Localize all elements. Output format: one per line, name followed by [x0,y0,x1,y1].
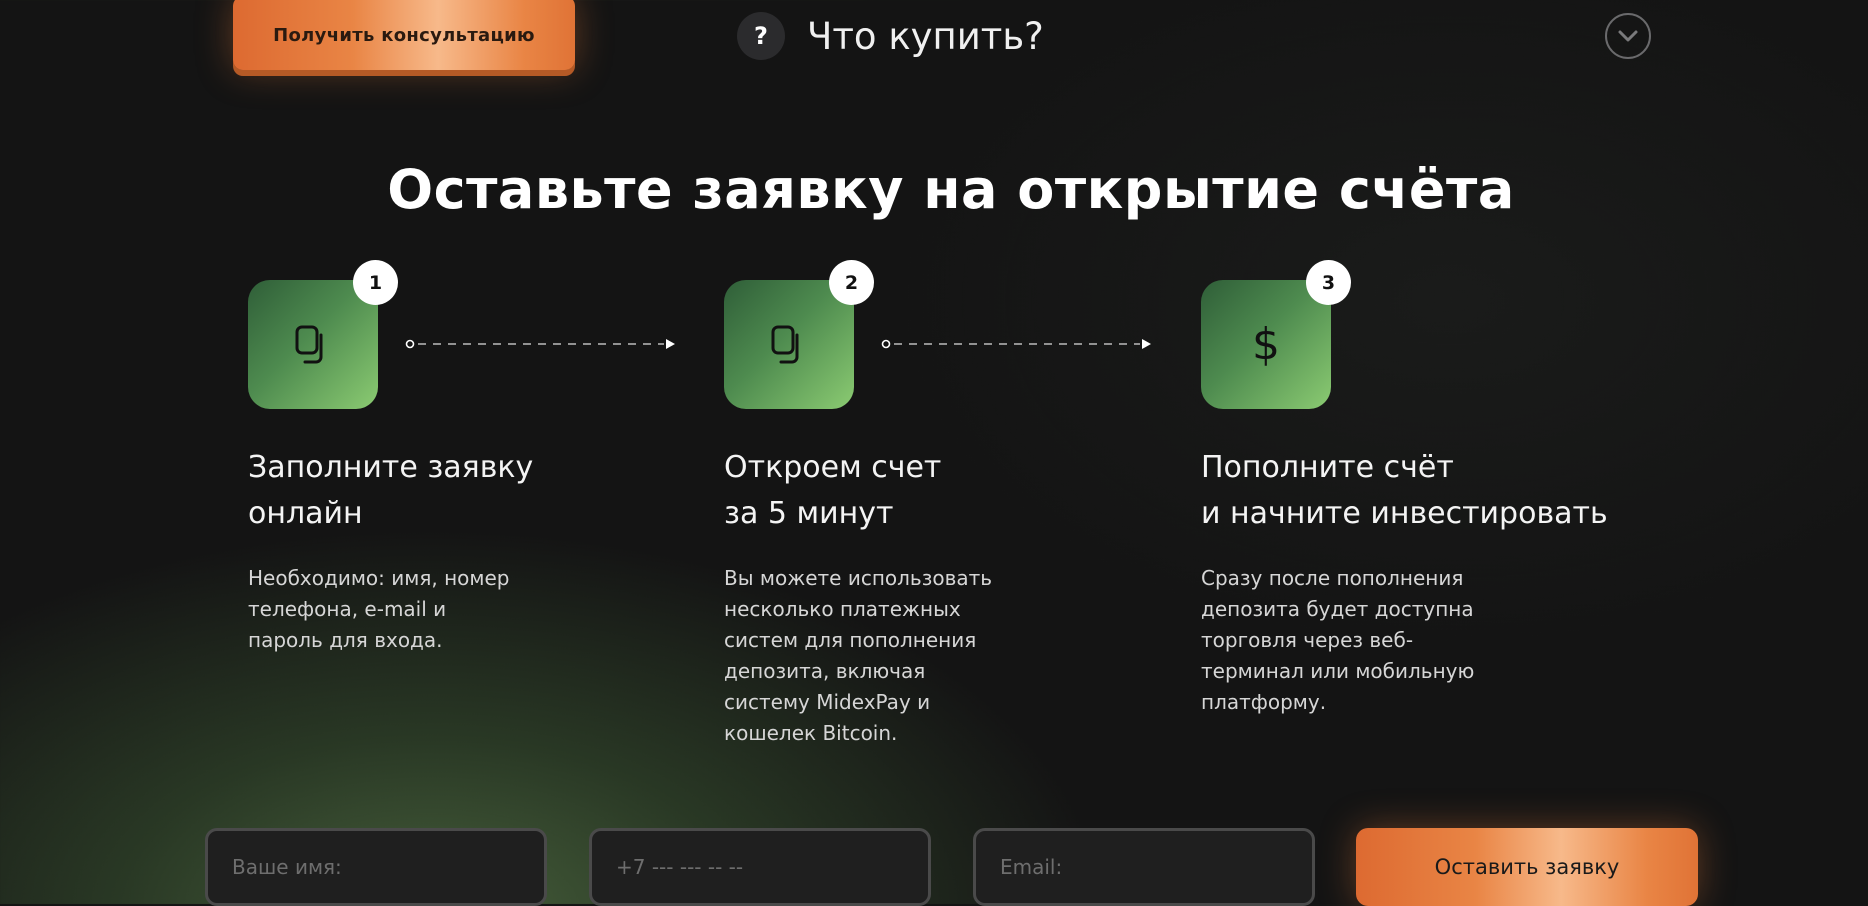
chevron-down-icon [1618,30,1638,42]
dollar-icon: $ [1252,318,1280,370]
step-icon-tile: $ 3 [1201,260,1351,409]
step-connector-arrow [405,339,675,349]
step-description: Сразу после пополнения депозита будет до… [1201,566,1475,714]
expand-button[interactable] [1605,13,1651,59]
question-icon: ? [737,12,785,60]
faq-toggle[interactable]: ? Что купить? [737,12,1044,60]
step-icon-tile: 2 [724,260,874,409]
step-description: Вы можете использовать несколько платежн… [724,566,993,745]
phone-input[interactable] [589,828,931,906]
faq-title: Что купить? [807,14,1044,58]
get-consultation-button[interactable]: Получить консультацию [233,0,575,70]
step-number-badge: 1 [353,260,398,305]
step-number-badge: 3 [1306,260,1351,305]
step-description: Необходимо: имя, номер телефона, e-mail … [248,566,510,652]
step-connector-arrow [881,339,1151,349]
page-title: Оставьте заявку на открытие счёта [387,158,1515,221]
step-title: Заполните заявку онлайн [248,450,534,531]
step-title: Пополните счёт и начните инвестировать [1201,450,1608,531]
name-input[interactable] [205,828,547,906]
step-title: Откроем счет за 5 минут [724,450,942,531]
step-number-badge: 2 [829,260,874,305]
documents-icon [771,325,799,363]
step-icon-tile: 1 [248,260,398,409]
documents-icon [295,325,323,363]
step-3: $ 3 Пополните счёт и начните инвестирова… [1201,260,1641,718]
email-input[interactable] [973,828,1315,906]
submit-application-button[interactable]: Оставить заявку [1356,828,1698,906]
